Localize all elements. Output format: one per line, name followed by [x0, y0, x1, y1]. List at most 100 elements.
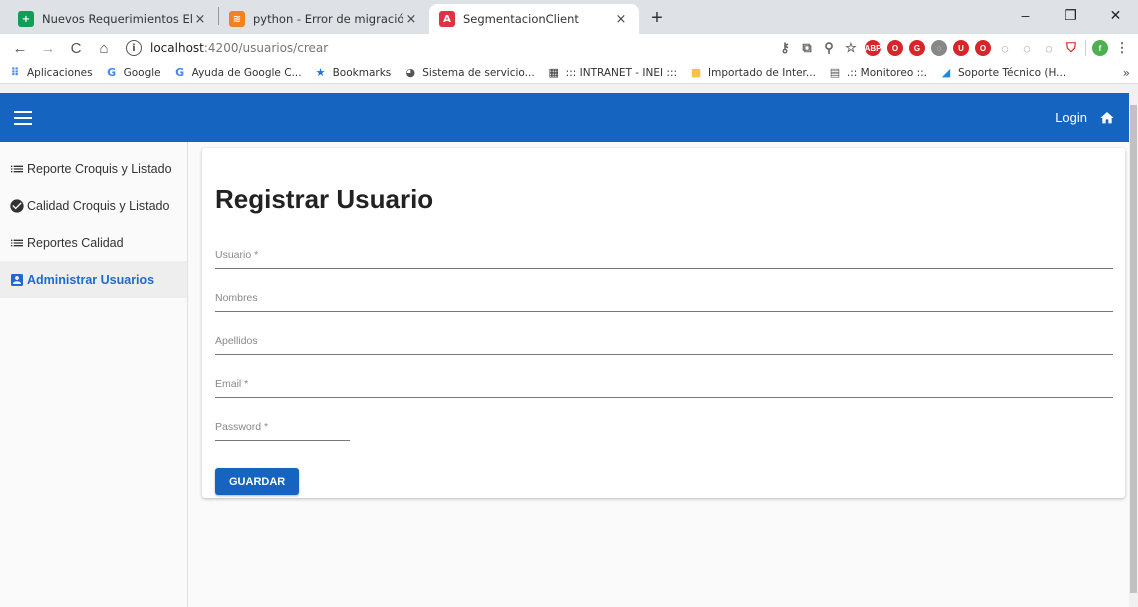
bookmark-label: Google — [123, 66, 161, 79]
globe-icon: ◕ — [405, 66, 416, 79]
extension-g-icon[interactable]: G — [909, 40, 925, 56]
address-bar[interactable]: i localhost:4200/usuarios/crear — [120, 36, 777, 60]
apps-icon: ⠿ — [10, 66, 20, 79]
toolbar-divider — [1085, 40, 1086, 56]
sidebar-item-calidad-croquis[interactable]: Calidad Croquis y Listado — [0, 187, 187, 224]
translate-icon[interactable]: ⧉ — [799, 40, 815, 56]
close-window-icon[interactable]: ✕ — [1093, 0, 1138, 30]
sheets-favicon-icon: + — [18, 11, 34, 27]
list-icon — [9, 161, 25, 177]
back-arrow-icon[interactable]: ← — [8, 36, 32, 60]
app-toolbar: Login — [0, 93, 1129, 142]
bookmarks-bar: ⠿ Aplicaciones G Google G Ayuda de Google C… — [0, 62, 1138, 84]
angular-favicon-icon: A — [439, 11, 455, 27]
field-underline — [215, 440, 350, 441]
tab-strip: + Nuevos Requerimientos Elegajo × ≋ pyth… — [0, 0, 1138, 34]
tab-segmentacion[interactable]: A SegmentacionClient × — [429, 4, 639, 34]
bookmark-importado[interactable]: ■ Importado de Inter... — [689, 66, 816, 80]
forward-arrow-icon[interactable]: → — [36, 36, 60, 60]
folder-icon: ■ — [690, 66, 702, 79]
new-tab-button[interactable]: + — [643, 4, 671, 32]
sidebar-item-reportes-calidad[interactable]: Reportes Calidad — [0, 224, 187, 261]
list-icon — [9, 235, 25, 251]
field-label: Nombres — [215, 292, 258, 304]
bookmark-star-icon[interactable]: ☆ — [843, 40, 859, 56]
more-vert-icon[interactable]: ⋮ — [1114, 40, 1130, 56]
home-icon[interactable] — [1099, 110, 1115, 126]
bookmark-label: Importado de Inter... — [708, 66, 816, 79]
bookmark-intranet[interactable]: ▦::: INTRANET - INEI ::: — [547, 66, 677, 80]
page-title: Registrar Usuario — [215, 184, 434, 214]
home-browser-icon[interactable]: ⌂ — [92, 36, 116, 60]
extension-dot-icon[interactable]: ◌ — [1019, 40, 1035, 56]
key-icon[interactable]: ⚷ — [777, 40, 793, 56]
tab-title: python - Error de migración de D — [253, 12, 403, 26]
password-field[interactable]: Password * — [215, 409, 1113, 452]
ublock-icon[interactable]: U — [953, 40, 969, 56]
bookmark-monitoreo[interactable]: ▤ .:: Monitoreo ::. — [828, 66, 927, 80]
bookmark-label: ::: INTRANET - INEI ::: — [565, 66, 678, 79]
bookmark-bookmarks[interactable]: ★ Bookmarks — [314, 66, 392, 80]
pocket-icon[interactable]: ⛉ — [1063, 40, 1079, 56]
register-user-card: Registrar Usuario Usuario * Nombres Apel… — [202, 148, 1125, 498]
save-button[interactable]: GUARDAR — [215, 468, 300, 495]
bookmark-google[interactable]: G Google — [105, 66, 161, 80]
login-link[interactable]: Login — [1055, 110, 1087, 125]
field-label: Apellidos — [215, 335, 258, 347]
bookmark-soporte[interactable]: ◢ Soporte Técnico (H... — [939, 66, 1066, 80]
bookmark-label: Ayuda de Google C... — [191, 66, 302, 79]
bookmark-label: Sistema de servicio... — [422, 66, 535, 79]
window-controls: – ❐ ✕ — [1003, 0, 1138, 30]
extension-icons: ⚷ ⧉ ⚲ ☆ ABP O G ◌ U O ◌ ◌ ◌ ⛉ f ⋮ — [777, 40, 1130, 56]
close-icon[interactable]: × — [192, 12, 208, 27]
email-field[interactable]: Email * — [215, 366, 1113, 409]
profile-avatar-icon[interactable]: f — [1092, 40, 1108, 56]
tab-title: Nuevos Requerimientos Elegajo — [42, 12, 192, 26]
nombres-field[interactable]: Nombres — [215, 280, 1113, 323]
bookmark-sistema-servicio[interactable]: ◕ Sistema de servicio... — [403, 66, 534, 80]
hamburger-menu-icon[interactable] — [14, 110, 32, 125]
tab-elegajo[interactable]: + Nuevos Requerimientos Elegajo × — [8, 4, 218, 34]
zoom-icon[interactable]: ⚲ — [821, 40, 837, 56]
bookmark-label: .:: Monitoreo ::. — [846, 66, 927, 79]
usuario-field[interactable]: Usuario * — [215, 237, 1113, 280]
field-underline — [215, 311, 1113, 312]
field-label: Email * — [215, 378, 249, 390]
google-icon: G — [107, 66, 117, 79]
apellidos-field[interactable]: Apellidos — [215, 323, 1113, 366]
close-icon[interactable]: × — [403, 12, 419, 27]
tab-stackoverflow[interactable]: ≋ python - Error de migración de D × — [219, 4, 429, 34]
browser-toolbar: ← → C ⌂ i localhost:4200/usuarios/crear … — [0, 34, 1138, 62]
extension-gauge-icon[interactable]: ◌ — [1041, 40, 1057, 56]
sidebar-item-label: Administrar Usuarios — [27, 272, 155, 287]
browser-window: + Nuevos Requerimientos Elegajo × ≋ pyth… — [0, 0, 1138, 607]
site-icon: ▦ — [548, 66, 559, 79]
sidebar-item-label: Calidad Croquis y Listado — [27, 198, 170, 213]
page-scrollbar[interactable] — [1129, 93, 1138, 607]
bookmarks-overflow-icon[interactable]: » — [1123, 66, 1130, 80]
google-icon: G — [175, 66, 185, 79]
extension-circle-icon[interactable]: ◌ — [997, 40, 1013, 56]
minimize-icon[interactable]: – — [1003, 0, 1048, 30]
url-path: :4200/usuarios/crear — [203, 41, 329, 55]
tab-title: SegmentacionClient — [463, 12, 579, 26]
scrollbar-thumb[interactable] — [1130, 105, 1137, 593]
info-icon[interactable]: i — [126, 40, 142, 56]
sidebar-item-reporte-croquis[interactable]: Reporte Croquis y Listado — [0, 150, 187, 187]
extension-o-icon[interactable]: O — [975, 40, 991, 56]
restore-icon[interactable]: ❐ — [1048, 0, 1093, 30]
bookmark-label: Aplicaciones — [27, 66, 93, 79]
app-root: Login Reporte Croquis y Listado Calidad … — [0, 93, 1129, 607]
extension-shield-icon[interactable]: ◌ — [931, 40, 947, 56]
opera-icon[interactable]: O — [887, 40, 903, 56]
bookmark-ayuda-google[interactable]: G Ayuda de Google C... — [173, 66, 302, 80]
bookmark-label: Bookmarks — [332, 66, 392, 79]
bookmark-aplicaciones[interactable]: ⠿ Aplicaciones — [8, 66, 93, 80]
url-host: localhost — [150, 41, 204, 55]
sidebar-item-administrar-usuarios[interactable]: Administrar Usuarios — [0, 261, 187, 298]
sidebar-item-label: Reportes Calidad — [27, 235, 124, 250]
adblock-icon[interactable]: ABP — [865, 40, 881, 56]
reload-icon[interactable]: C — [64, 36, 88, 60]
check-circle-icon — [9, 198, 25, 214]
close-icon[interactable]: × — [613, 12, 629, 27]
